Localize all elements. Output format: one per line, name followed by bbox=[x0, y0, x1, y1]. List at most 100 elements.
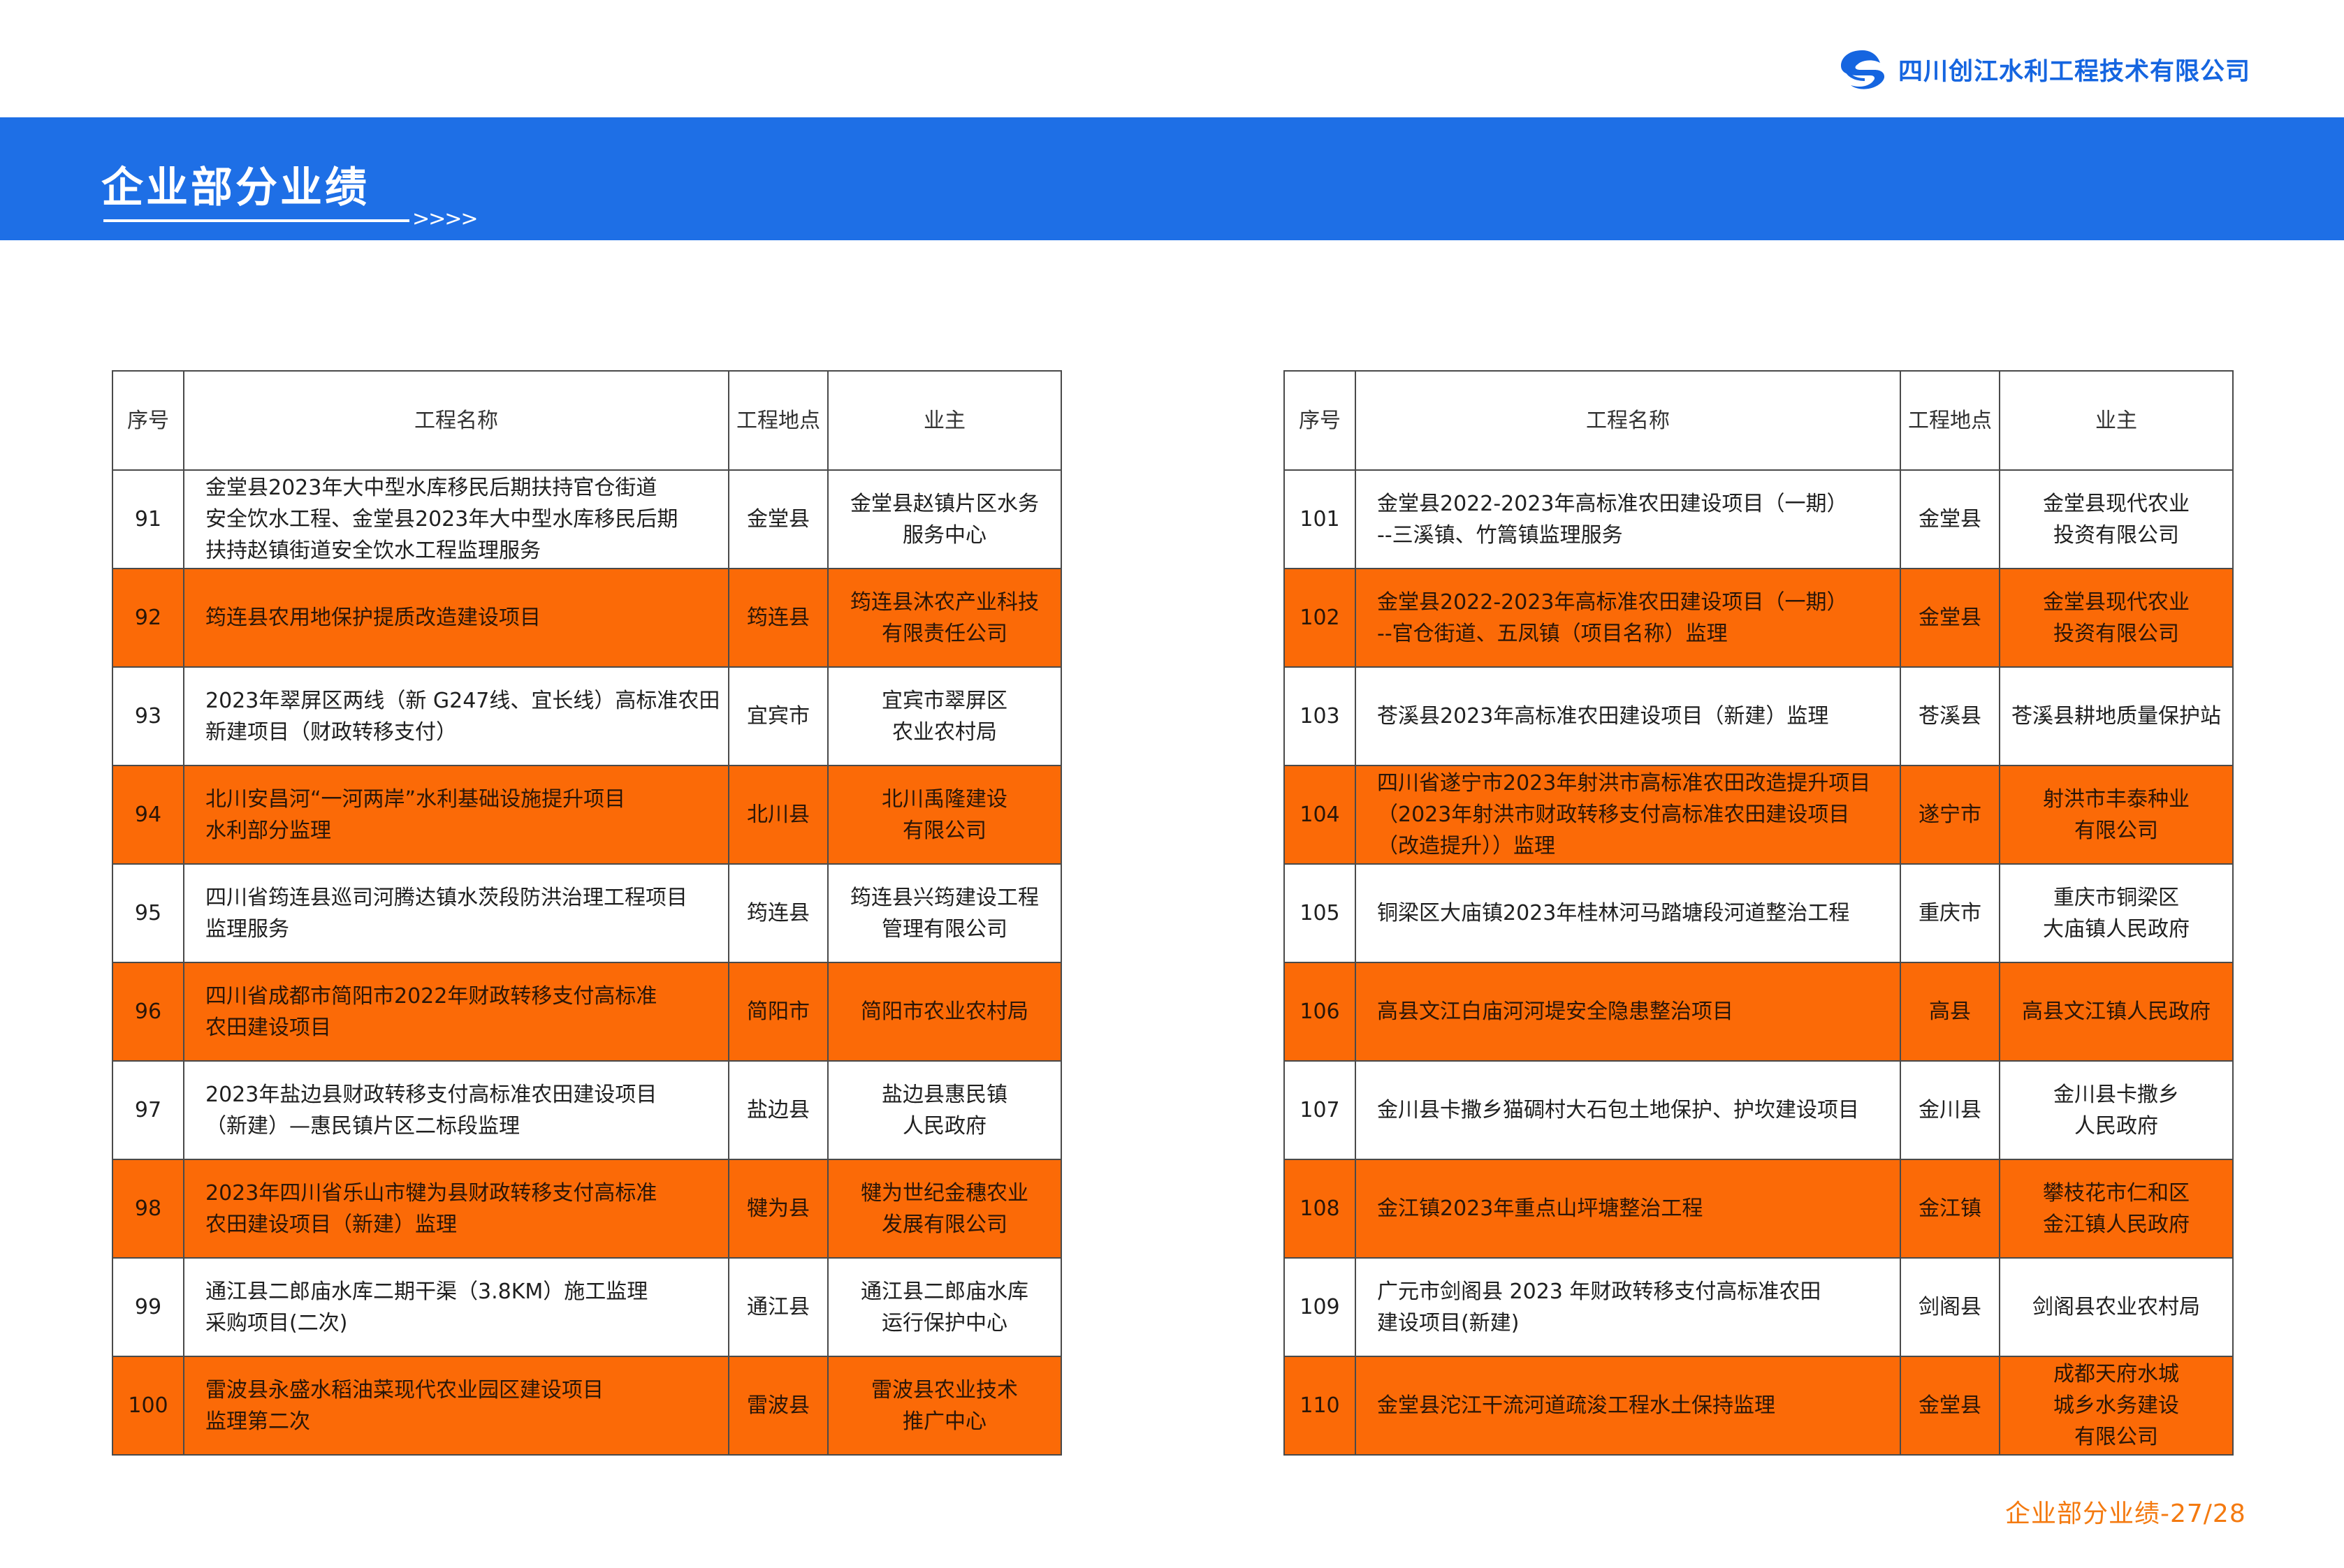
table-row: 110 金堂县沱江干流河道疏浚工程水土保持监理 金堂县 成都天府水城 城乡水务建设 有限公… bbox=[1283, 1356, 2234, 1456]
owner-cell: 攀枝花市仁和区 金江镇人民政府 bbox=[1999, 1159, 2234, 1259]
location-cell: 金堂县 bbox=[1900, 1356, 2000, 1456]
col-header-owner: 业主 bbox=[827, 370, 1062, 471]
owner-cell: 通江县二郎庙水库 运行保护中心 bbox=[827, 1257, 1062, 1357]
project-name-cell: 四川省遂宁市2023年射洪市高标准农田改造提升项目 （2023年射洪市财政转移支付… bbox=[1355, 765, 1901, 865]
owner-cell: 宜宾市翠屏区 农业农村局 bbox=[827, 666, 1062, 766]
location-cell: 金川县 bbox=[1900, 1060, 2000, 1160]
table-row: 99 通江县二郎庙水库二期干渠（3.8KM）施工监理 采购项目(二次) 通江县 通江县二… bbox=[112, 1257, 1062, 1357]
project-name-cell: 金川县卡撒乡猫碉村大石包土地保护、护坎建设项目 bbox=[1355, 1060, 1901, 1160]
row-number: 108 bbox=[1283, 1159, 1356, 1259]
owner-cell: 简阳市农业农村局 bbox=[827, 962, 1062, 1062]
project-name-cell: 筠连县农用地保护提质改造建设项目 bbox=[183, 568, 729, 668]
location-cell: 犍为县 bbox=[728, 1159, 829, 1259]
owner-cell: 剑阁县农业农村局 bbox=[1999, 1257, 2234, 1357]
project-name-cell: 四川省筠连县巡司河腾达镇水茨段防洪治理工程项目 监理服务 bbox=[183, 863, 729, 963]
owner-cell: 盐边县惠民镇 人民政府 bbox=[827, 1060, 1062, 1160]
owner-cell: 雷波县农业技术 推广中心 bbox=[827, 1356, 1062, 1456]
location-cell: 筠连县 bbox=[728, 863, 829, 963]
project-name-cell: 金堂县2022-2023年高标准农田建设项目（一期） --三溪镇、竹篙镇监理服务 bbox=[1355, 469, 1901, 569]
page-title: 企业部分业绩 bbox=[101, 163, 370, 212]
row-number: 101 bbox=[1283, 469, 1356, 569]
owner-cell: 金堂县赵镇片区水务 服务中心 bbox=[827, 469, 1062, 569]
company-name: 四川创江水利工程技术有限公司 bbox=[1898, 57, 2251, 86]
project-name-cell: 通江县二郎庙水库二期干渠（3.8KM）施工监理 采购项目(二次) bbox=[183, 1257, 729, 1357]
owner-cell: 金堂县现代农业 投资有限公司 bbox=[1999, 568, 2234, 668]
col-header-project-name: 工程名称 bbox=[183, 370, 729, 471]
row-number: 95 bbox=[112, 863, 184, 963]
table-row: 97 2023年盐边县财政转移支付高标准农田建设项目 （新建）—惠民镇片区二标段监理… bbox=[112, 1060, 1062, 1160]
table-row: 95 四川省筠连县巡司河腾达镇水茨段防洪治理工程项目 监理服务 筠连县 筠连县兴筠建设工… bbox=[112, 863, 1062, 963]
project-name-cell: 2023年盐边县财政转移支付高标准农田建设项目 （新建）—惠民镇片区二标段监理 bbox=[183, 1060, 729, 1160]
table-row: 108 金江镇2023年重点山坪塘整治工程 金江镇 攀枝花市仁和区 金江镇人民政府 bbox=[1283, 1159, 2234, 1259]
table-row: 94 北川安昌河“一河两岸”水利基础设施提升项目 水利部分监理 北川县 北川禹隆建设 有限… bbox=[112, 765, 1062, 865]
table-row: 104 四川省遂宁市2023年射洪市高标准农田改造提升项目 （2023年射洪市财政转… bbox=[1283, 765, 2234, 865]
row-number: 91 bbox=[112, 469, 184, 569]
company-logo-icon bbox=[1841, 50, 1885, 89]
row-number: 110 bbox=[1283, 1356, 1356, 1456]
table-row: 106 高县文江白庙河河堤安全隐患整治项目 高县 高县文江镇人民政府 bbox=[1283, 962, 2234, 1062]
location-cell: 雷波县 bbox=[728, 1356, 829, 1456]
row-number: 99 bbox=[112, 1257, 184, 1357]
performance-table-right: 序号 工程名称 工程地点 业主 101 金堂县2022-2023年高标准农田建设项… bbox=[1283, 370, 2234, 1456]
row-number: 107 bbox=[1283, 1060, 1356, 1160]
project-name-cell: 金江镇2023年重点山坪塘整治工程 bbox=[1355, 1159, 1901, 1259]
row-number: 97 bbox=[112, 1060, 184, 1160]
project-name-cell: 雷波县永盛水稻油菜现代农业园区建设项目 监理第二次 bbox=[183, 1356, 729, 1456]
row-number: 94 bbox=[112, 765, 184, 865]
project-name-cell: 2023年四川省乐山市犍为县财政转移支付高标准 农田建设项目（新建）监理 bbox=[183, 1159, 729, 1259]
owner-cell: 金堂县现代农业 投资有限公司 bbox=[1999, 469, 2234, 569]
location-cell: 苍溪县 bbox=[1900, 666, 2000, 766]
row-number: 109 bbox=[1283, 1257, 1356, 1357]
table-row: 100 雷波县永盛水稻油菜现代农业园区建设项目 监理第二次 雷波县 雷波县农业技术 推广中… bbox=[112, 1356, 1062, 1456]
row-number: 102 bbox=[1283, 568, 1356, 668]
project-name-cell: 2023年翠屏区两线（新 G247线、宜长线）高标准农田 新建项目（财政转移支付） bbox=[183, 666, 729, 766]
owner-cell: 成都天府水城 城乡水务建设 有限公司 bbox=[1999, 1356, 2234, 1456]
location-cell: 盐边县 bbox=[728, 1060, 829, 1160]
owner-cell: 苍溪县耕地质量保护站 bbox=[1999, 666, 2234, 766]
owner-cell: 筠连县兴筠建设工程 管理有限公司 bbox=[827, 863, 1062, 963]
page-footer-label: 企业部分业绩-27/28 bbox=[2005, 1500, 2246, 1528]
project-name-cell: 北川安昌河“一河两岸”水利基础设施提升项目 水利部分监理 bbox=[183, 765, 729, 865]
location-cell: 遂宁市 bbox=[1900, 765, 2000, 865]
col-header-number: 序号 bbox=[1283, 370, 1356, 471]
table-row: 98 2023年四川省乐山市犍为县财政转移支付高标准 农田建设项目（新建）监理 犍为县… bbox=[112, 1159, 1062, 1259]
owner-cell: 筠连县沐农产业科技 有限责任公司 bbox=[827, 568, 1062, 668]
row-number: 98 bbox=[112, 1159, 184, 1259]
row-number: 93 bbox=[112, 666, 184, 766]
row-number: 105 bbox=[1283, 863, 1356, 963]
table-header-row: 序号 工程名称 工程地点 业主 bbox=[112, 370, 1062, 471]
table-row: 93 2023年翠屏区两线（新 G247线、宜长线）高标准农田 新建项目（财政转移支… bbox=[112, 666, 1062, 766]
table-row: 107 金川县卡撒乡猫碉村大石包土地保护、护坎建设项目 金川县 金川县卡撒乡 人民政府 bbox=[1283, 1060, 2234, 1160]
location-cell: 剑阁县 bbox=[1900, 1257, 2000, 1357]
title-banner: 企业部分业绩 >>>> bbox=[0, 117, 2344, 240]
owner-cell: 射洪市丰泰种业 有限公司 bbox=[1999, 765, 2234, 865]
owner-cell: 北川禹隆建设 有限公司 bbox=[827, 765, 1062, 865]
project-name-cell: 高县文江白庙河河堤安全隐患整治项目 bbox=[1355, 962, 1901, 1062]
owner-cell: 重庆市铜梁区 大庙镇人民政府 bbox=[1999, 863, 2234, 963]
title-underline bbox=[103, 219, 409, 222]
location-cell: 重庆市 bbox=[1900, 863, 2000, 963]
location-cell: 金堂县 bbox=[1900, 469, 2000, 569]
company-logo: 四川创江水利工程技术有限公司 bbox=[1834, 46, 2250, 92]
project-name-cell: 四川省成都市简阳市2022年财政转移支付高标准 农田建设项目 bbox=[183, 962, 729, 1062]
performance-table-left: 序号 工程名称 工程地点 业主 91 金堂县2023年大中型水库移民后期扶持官仓街… bbox=[112, 370, 1062, 1456]
row-number: 92 bbox=[112, 568, 184, 668]
project-name-cell: 铜梁区大庙镇2023年桂林河马踏塘段河道整治工程 bbox=[1355, 863, 1901, 963]
owner-cell: 犍为世纪金穗农业 发展有限公司 bbox=[827, 1159, 1062, 1259]
location-cell: 高县 bbox=[1900, 962, 2000, 1062]
table-row: 101 金堂县2022-2023年高标准农田建设项目（一期） --三溪镇、竹篙镇监理… bbox=[1283, 469, 2234, 569]
table-row: 92 筠连县农用地保护提质改造建设项目 筠连县 筠连县沐农产业科技 有限责任公司 bbox=[112, 568, 1062, 668]
location-cell: 金堂县 bbox=[1900, 568, 2000, 668]
row-number: 104 bbox=[1283, 765, 1356, 865]
owner-cell: 高县文江镇人民政府 bbox=[1999, 962, 2234, 1062]
project-name-cell: 金堂县沱江干流河道疏浚工程水土保持监理 bbox=[1355, 1356, 1901, 1456]
row-number: 100 bbox=[112, 1356, 184, 1456]
table-row: 103 苍溪县2023年高标准农田建设项目（新建）监理 苍溪县 苍溪县耕地质量保护站 bbox=[1283, 666, 2234, 766]
location-cell: 简阳市 bbox=[728, 962, 829, 1062]
location-cell: 金堂县 bbox=[728, 469, 829, 569]
project-name-cell: 广元市剑阁县 2023 年财政转移支付高标准农田 建设项目(新建) bbox=[1355, 1257, 1901, 1357]
table-row: 109 广元市剑阁县 2023 年财政转移支付高标准农田 建设项目(新建) 剑阁县 剑阁… bbox=[1283, 1257, 2234, 1357]
location-cell: 宜宾市 bbox=[728, 666, 829, 766]
col-header-project-name: 工程名称 bbox=[1355, 370, 1901, 471]
table-row: 96 四川省成都市简阳市2022年财政转移支付高标准 农田建设项目 简阳市 简阳市农业农… bbox=[112, 962, 1062, 1062]
